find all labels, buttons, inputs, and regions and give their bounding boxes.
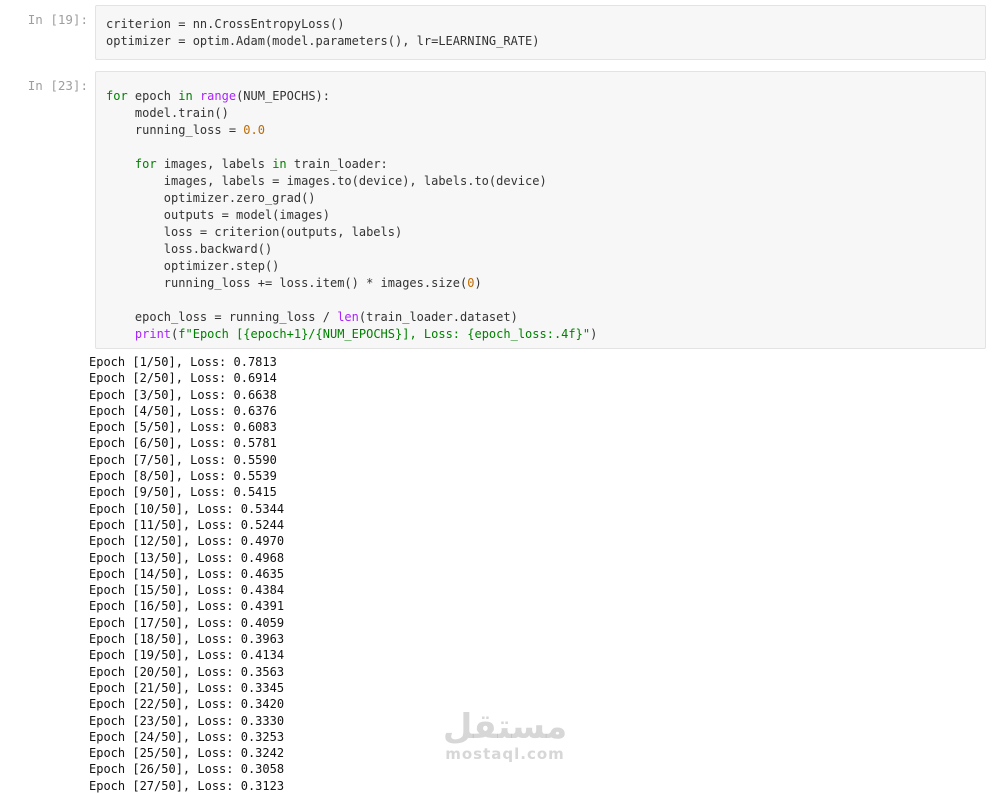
output-line: Epoch [1/50], Loss: 0.7813: [89, 355, 277, 369]
code-token: running_loss =: [106, 123, 244, 137]
code-token: (NUM_EPOCHS):: [236, 89, 330, 103]
output-line: Epoch [16/50], Loss: 0.4391: [89, 599, 285, 614]
code-line: for epoch in range(NUM_EPOCHS):: [106, 88, 597, 105]
code-token: len: [337, 310, 359, 324]
code-line: running_loss = 0.0: [106, 122, 597, 139]
code-block: criterion = nn.CrossEntropyLoss() optimiz…: [106, 16, 539, 50]
output-line: Epoch [13/50], Loss: 0.4968: [89, 550, 285, 565]
code-token: outputs = model(images): [106, 208, 330, 222]
output-line: Epoch [6/50], Loss: 0.5781: [89, 436, 277, 451]
output-line: Epoch [19/50], Loss: 0.4134: [89, 648, 285, 663]
code-cell-23[interactable]: In [23]: for epoch in range(NUM_EPOCHS):…: [0, 66, 1008, 350]
code-input-area[interactable]: for epoch in range(NUM_EPOCHS): model.tr…: [95, 71, 986, 349]
code-line: optimizer.zero_grad(): [106, 190, 597, 207]
code-token: criterion = nn.CrossEntropyLoss(): [106, 17, 345, 31]
output-line: Epoch [4/50], Loss: 0.6376: [89, 403, 277, 418]
output-line: Epoch [27/50], Loss: 0.3123: [89, 778, 285, 793]
output-line: Epoch [20/50], Loss: 0.3563: [89, 664, 285, 679]
code-token: running_loss += loss.item() * images.siz…: [106, 276, 468, 290]
output-line: Epoch [10/50], Loss: 0.5344: [89, 501, 285, 516]
mostaql-watermark: مستقل mostaql.com: [440, 708, 570, 762]
code-token: loss = criterion(outputs, labels): [106, 225, 403, 239]
cell-prompt: In [19]:: [27, 12, 88, 27]
code-token: images, labels = images.to(device), labe…: [106, 174, 547, 188]
code-input-area[interactable]: criterion = nn.CrossEntropyLoss() optimiz…: [95, 5, 986, 60]
output-line: Epoch [8/50], Loss: 0.5539: [89, 469, 277, 484]
code-line: loss = criterion(outputs, labels): [106, 224, 597, 241]
output-line: Epoch [26/50], Loss: 0.3058: [89, 762, 285, 777]
cell-prompt: In [23]:: [27, 78, 88, 93]
code-token: loss.backward(): [106, 242, 273, 256]
code-line: epoch_loss = running_loss / len(train_lo…: [106, 309, 597, 326]
code-token: in: [272, 157, 287, 171]
output-line: Epoch [12/50], Loss: 0.4970: [89, 534, 285, 549]
output-line: Epoch [3/50], Loss: 0.6638: [89, 387, 277, 402]
output-line: Epoch [9/50], Loss: 0.5415: [89, 485, 277, 500]
page-edge: [988, 0, 1008, 785]
output-line: Epoch [15/50], Loss: 0.4384: [89, 583, 285, 598]
code-line: optimizer = optim.Adam(model.parameters(…: [106, 33, 539, 50]
output-line: Epoch [24/50], Loss: 0.3253: [89, 729, 285, 744]
code-token: optimizer = optim.Adam(model.parameters(…: [106, 34, 540, 48]
output-line: Epoch [23/50], Loss: 0.3330: [89, 713, 285, 728]
code-token: in: [178, 89, 193, 103]
code-token: for: [134, 157, 157, 171]
code-token: optimizer.step(): [106, 259, 280, 273]
code-token: train_loader:: [286, 157, 388, 171]
code-token: optimizer.zero_grad(): [106, 191, 316, 205]
code-line: loss.backward(): [106, 241, 597, 258]
output-line: Epoch [11/50], Loss: 0.5244: [89, 517, 285, 532]
code-line: outputs = model(images): [106, 207, 597, 224]
output-line: Epoch [25/50], Loss: 0.3242: [89, 746, 285, 761]
output-line: Epoch [22/50], Loss: 0.3420: [89, 697, 285, 712]
output-line: Epoch [17/50], Loss: 0.4059: [89, 615, 285, 630]
code-line: running_loss += loss.item() * images.siz…: [106, 275, 597, 292]
code-line: for images, labels in train_loader:: [106, 156, 597, 173]
code-token: for: [106, 89, 128, 103]
code-token: images, labels: [156, 157, 273, 171]
code-token: epoch_loss = running_loss /: [106, 310, 338, 324]
code-line: optimizer.step(): [106, 258, 597, 275]
output-line: Epoch [21/50], Loss: 0.3345: [89, 680, 285, 695]
output-line: Epoch [18/50], Loss: 0.3963: [89, 632, 285, 647]
code-token: (train_loader.dataset): [358, 310, 518, 324]
cell-output: Epoch [1/50], Loss: 0.7813 Epoch [2/50], …: [89, 354, 284, 794]
code-token: model.train(): [106, 106, 229, 120]
watermark-latin: mostaql.com: [445, 745, 565, 763]
code-token: ): [590, 327, 598, 341]
code-token: 0.0: [243, 123, 265, 137]
output-line: Epoch [2/50], Loss: 0.6914: [89, 371, 277, 386]
code-line: print(f"Epoch [{epoch+1}/{NUM_EPOCHS}], …: [106, 326, 597, 343]
code-token: f"Epoch [{epoch+1}/{NUM_EPOCHS}], Loss: …: [178, 327, 591, 341]
output-line: Epoch [7/50], Loss: 0.5590: [89, 452, 277, 467]
output-line: Epoch [14/50], Loss: 0.4635: [89, 566, 285, 581]
code-token: epoch: [127, 89, 179, 103]
code-line: images, labels = images.to(device), labe…: [106, 173, 597, 190]
code-block: for epoch in range(NUM_EPOCHS): model.tr…: [106, 88, 597, 343]
code-token: ): [474, 276, 482, 290]
code-line: model.train(): [106, 105, 597, 122]
code-token: print: [134, 327, 172, 341]
code-cell-19[interactable]: In [19]: criterion = nn.CrossEntropyLoss…: [0, 0, 1008, 66]
code-token: range: [199, 89, 237, 103]
code-line: criterion = nn.CrossEntropyLoss(): [106, 16, 539, 33]
watermark-arabic: مستقل: [442, 707, 568, 747]
output-line: Epoch [5/50], Loss: 0.6083: [89, 420, 277, 435]
